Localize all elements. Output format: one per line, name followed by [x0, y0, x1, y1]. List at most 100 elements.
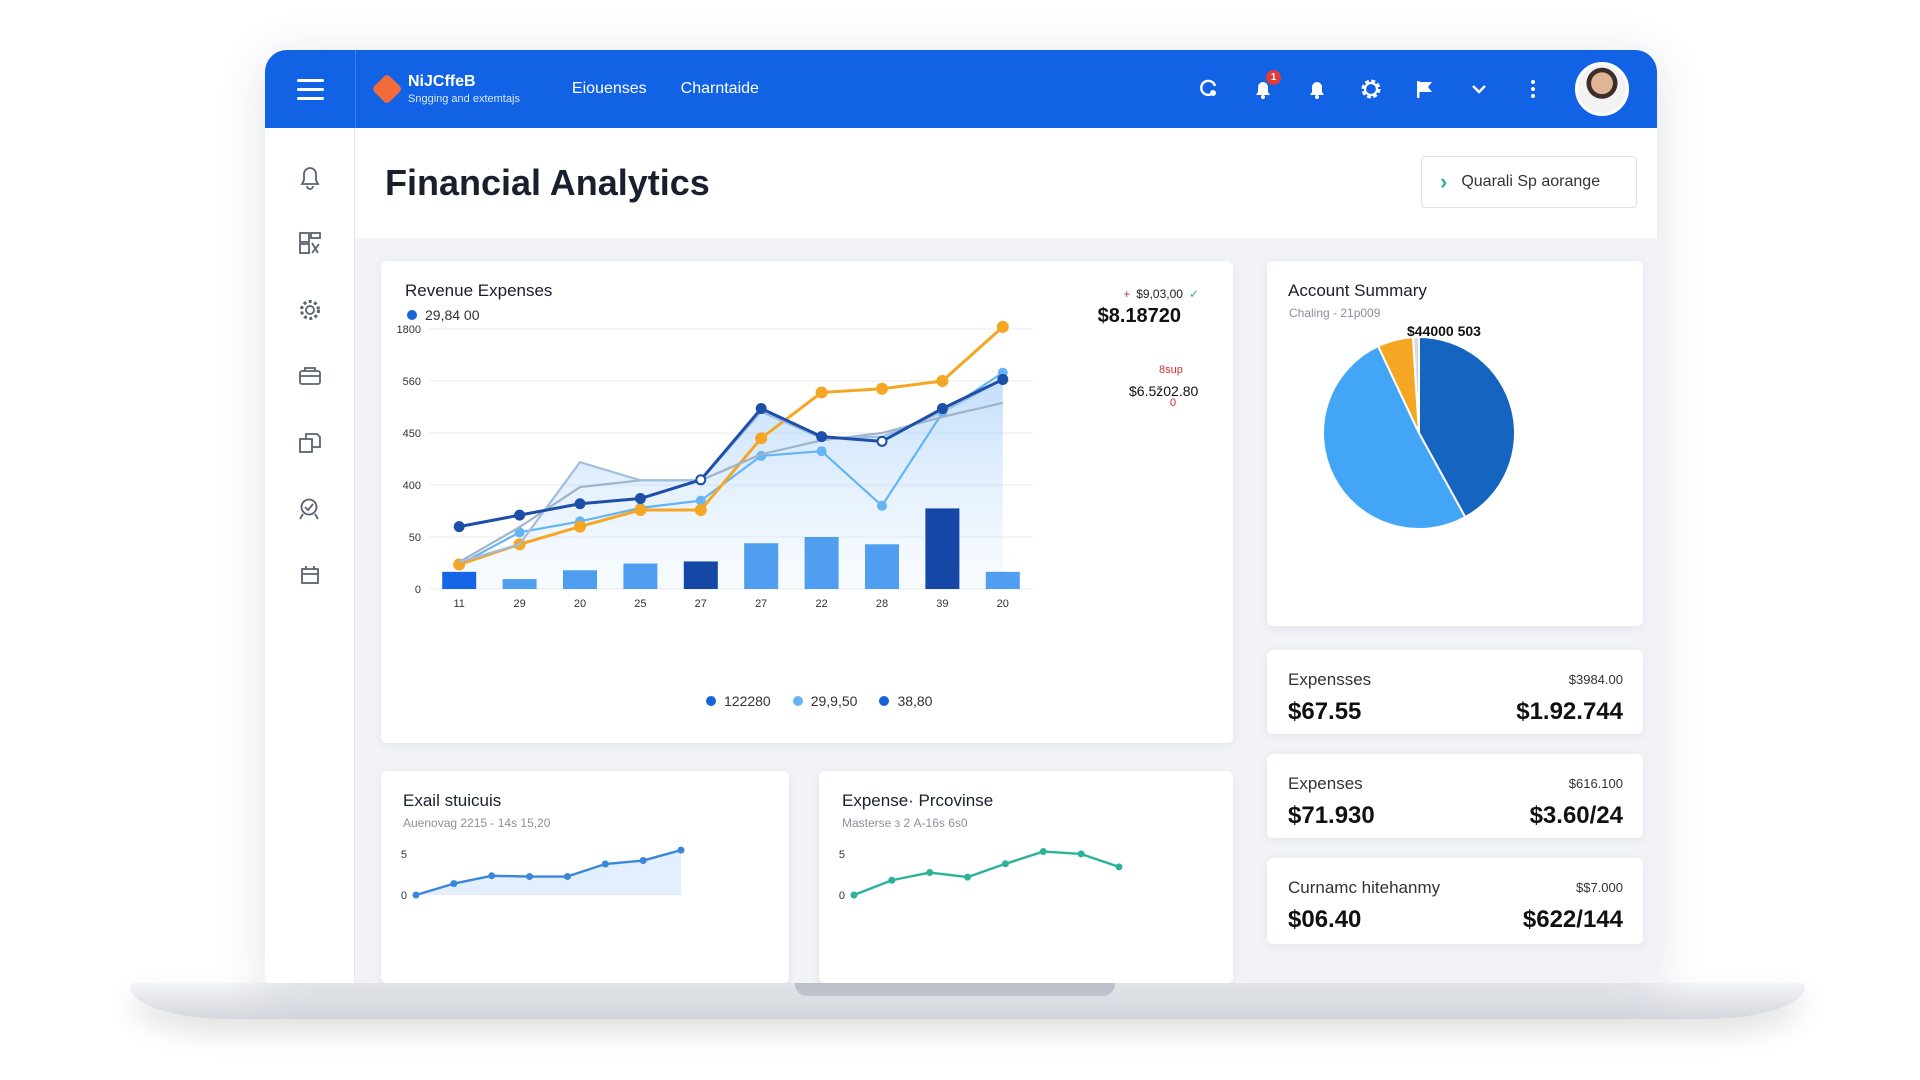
y-tick-label: 560 — [403, 376, 421, 388]
account-summary-card: Account Summary Chaling - 21p009 $44000 … — [1267, 261, 1643, 626]
stat-value-left: $71.930 — [1288, 802, 1375, 829]
series-point — [888, 876, 896, 884]
bell-icon[interactable] — [1305, 77, 1329, 101]
series-point — [850, 891, 858, 899]
revenue-expenses-chart: 0 50 400 450 560 1800 11 29 20 25 27 27 22 28 39 20 — [397, 320, 1033, 610]
gear-icon[interactable] — [1359, 77, 1383, 101]
y-tick-label: 0 — [839, 890, 845, 902]
page-title-bold: Financial — [385, 162, 542, 203]
x-tick-label: 11 — [453, 598, 464, 610]
laptop-base-notch — [795, 983, 1115, 996]
sidebar — [265, 128, 355, 983]
nav-link-expenses[interactable]: Eiouenses — [572, 80, 647, 98]
legend-label-1: 122280 — [724, 693, 771, 709]
x-tick-label: 27 — [755, 598, 767, 610]
period-selector-label: Quarali Sp aorange — [1461, 173, 1601, 190]
sidebar-search-icon[interactable] — [296, 495, 324, 523]
bar — [985, 571, 1020, 589]
series-point — [755, 403, 767, 415]
series-point — [453, 521, 465, 533]
brand[interactable]: NiJCffeB Sngging and extemtajs — [355, 50, 520, 128]
bar — [683, 561, 718, 589]
series-point — [695, 495, 706, 506]
x-tick-label: 39 — [936, 598, 948, 610]
menu-icon[interactable] — [265, 50, 355, 128]
area-fill — [459, 379, 1003, 589]
y-tick-label: 0 — [415, 584, 421, 596]
search-icon[interactable] — [1197, 77, 1221, 101]
legend-item-1: 122280 — [706, 693, 771, 709]
series-point — [1115, 863, 1123, 871]
series-point — [936, 375, 949, 387]
stat-small-value: $616.100 — [1568, 776, 1623, 791]
series-point — [936, 403, 948, 415]
period-selector-button[interactable]: › Quarali Sp aorange — [1421, 156, 1637, 208]
top-nav: Eiouenses Charntaide — [572, 80, 759, 98]
x-tick-label: 22 — [815, 598, 827, 610]
stat-card-currency[interactable]: Curnamc hitehanmy $$7.000 $06.40 $622/14… — [1267, 858, 1643, 944]
series-point — [816, 446, 827, 457]
y-tick-label: 1800 — [397, 324, 421, 336]
sidebar-dashboard-icon[interactable] — [296, 229, 324, 257]
top-bar: NiJCffeB Sngging and extemtajs Eiouenses… — [265, 50, 1657, 128]
sidebar-documents-icon[interactable] — [296, 428, 324, 456]
series-point — [450, 880, 458, 888]
sidebar-bell-icon[interactable] — [296, 163, 324, 191]
sidebar-settings-icon[interactable] — [296, 296, 324, 324]
series-line — [853, 850, 1120, 897]
series-point — [526, 873, 534, 881]
series-point — [634, 493, 646, 505]
laptop-base — [130, 983, 1805, 1019]
stat-label: Curnamc hitehanmy — [1288, 878, 1441, 897]
series-point — [876, 435, 888, 447]
series-point — [574, 520, 586, 533]
stat-value-left: $67.55 — [1288, 698, 1362, 725]
series-point — [488, 872, 496, 880]
nav-link-chart[interactable]: Charntaide — [681, 80, 759, 98]
avatar[interactable] — [1575, 62, 1629, 116]
more-vertical-icon[interactable] — [1521, 77, 1545, 101]
legend-item-2: 29,9,50 — [792, 693, 857, 709]
alert-icon[interactable]: 1 — [1251, 70, 1281, 101]
stat-card-expenses[interactable]: Expenses $616.100 $71.930 $3.60/24 — [1267, 754, 1643, 838]
legend-dot-1 — [706, 696, 716, 706]
stat-value-right: $1.92.744 — [1516, 698, 1623, 725]
sidebar-calendar-icon[interactable] — [296, 561, 324, 589]
page-title-rest: Analytics — [549, 162, 710, 203]
stat-card-expensses[interactable]: Expensses $3984.00 $67.55 $1.92.744 — [1267, 650, 1643, 734]
sidebar-wallet-icon[interactable] — [296, 362, 324, 390]
series-point — [815, 386, 828, 399]
brand-subtitle: Sngging and extemtajs — [408, 93, 520, 105]
bar — [925, 508, 960, 589]
small-chart-2: 05 — [839, 848, 1123, 902]
series-point — [574, 498, 586, 510]
legend-label-3: 38,80 — [897, 693, 933, 709]
series-point — [601, 860, 609, 868]
stat-small-value: $$7.000 — [1576, 880, 1623, 895]
series-point — [877, 500, 887, 511]
x-tick-label: 20 — [574, 598, 586, 610]
brand-logo-icon — [371, 73, 403, 105]
y-tick-label: 400 — [403, 480, 421, 492]
series-point — [996, 320, 1009, 333]
series-point — [816, 431, 828, 443]
chevron-down-icon[interactable] — [1467, 77, 1491, 101]
y-tick-label: 0 — [401, 890, 407, 902]
account-summary-pie — [1322, 335, 1516, 531]
small-chart-card-2: Expense· Prcovinse Masterse з 2 A-16s 6s… — [819, 771, 1233, 983]
top-actions: 1 — [1197, 62, 1657, 116]
main-content: Financial Analytics › Quarali Sp aorange… — [355, 128, 1657, 983]
series-point — [997, 373, 1009, 385]
series-point — [677, 846, 685, 854]
page-header: Financial Analytics › Quarali Sp aorange — [355, 128, 1657, 238]
bar — [563, 570, 597, 589]
flag-icon[interactable] — [1413, 77, 1437, 101]
stat-small-value: $3984.00 — [1568, 672, 1623, 687]
bar — [442, 571, 477, 589]
x-tick-label: 29 — [513, 598, 525, 610]
series-point — [695, 474, 707, 486]
legend-item-3: 38,80 — [879, 693, 932, 709]
series-point — [876, 382, 888, 395]
series-point — [412, 891, 420, 899]
series-point — [964, 873, 972, 881]
